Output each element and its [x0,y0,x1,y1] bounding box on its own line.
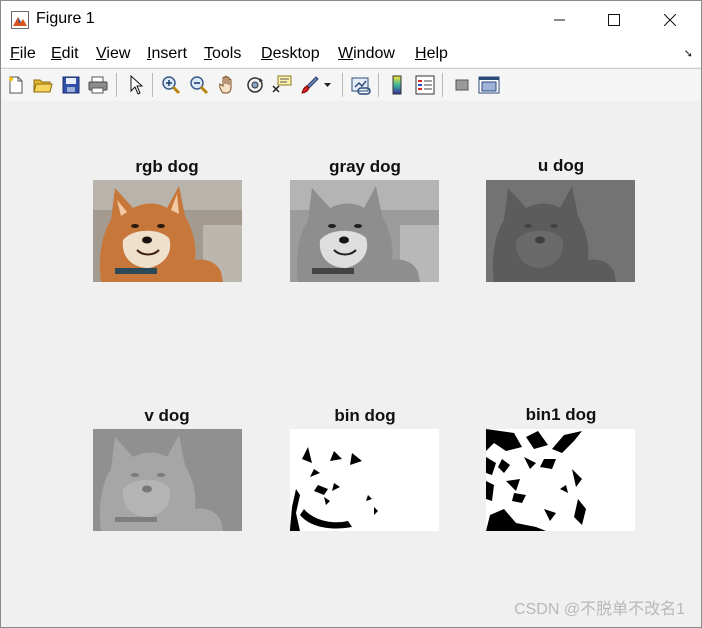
menu-bar: File Edit View Insert Tools Desktop Wind… [1,39,701,67]
bin1-dog-image [486,429,635,531]
bin-dog-image [290,429,439,531]
insert-legend-icon[interactable] [414,74,436,96]
print-icon[interactable] [87,74,109,96]
hide-plot-tools-icon[interactable] [451,74,473,96]
show-plot-tools-icon[interactable] [478,74,500,96]
open-file-icon[interactable] [32,74,54,96]
maximize-button[interactable] [591,1,637,39]
minimize-button[interactable] [537,1,583,39]
toolbar-separator [152,73,153,97]
subplot-gray-dog[interactable] [290,180,439,282]
subplot-title-bin: bin dog [334,406,396,425]
save-icon[interactable] [60,74,82,96]
menu-view[interactable]: View [96,45,130,63]
data-cursor-icon[interactable] [271,74,293,96]
menu-insert[interactable]: Insert [147,45,187,63]
zoom-out-icon[interactable] [188,74,210,96]
menu-edit[interactable]: Edit [51,45,79,63]
subplot-v-dog[interactable] [93,429,242,531]
dock-arrow-icon[interactable]: ➘ [684,47,693,60]
title-bar[interactable]: Figure 1 [1,1,701,39]
subplot-title-rgb: rgb dog [135,157,199,176]
minimize-icon [554,19,565,21]
close-button[interactable] [647,1,693,39]
maximize-icon [608,14,620,26]
subplot-rgb-dog[interactable] [93,180,242,282]
subplot-title-v: v dog [144,406,190,425]
rotate-3d-icon[interactable] [244,74,266,96]
subplot-u-dog[interactable] [486,180,635,282]
zoom-in-icon[interactable] [160,74,182,96]
toolbar-separator [442,73,443,97]
subplot-title-bin1: bin1 dog [525,405,597,424]
menu-desktop[interactable]: Desktop [261,45,320,63]
subplot-title-gray: gray dog [329,157,401,176]
window-title: Figure 1 [36,10,95,27]
subplot-bin1-dog[interactable] [486,429,635,531]
gray-dog-image [290,180,439,282]
toolbar-separator [378,73,379,97]
insert-colorbar-icon[interactable] [386,74,408,96]
matlab-figure-icon [11,11,29,29]
menu-tools[interactable]: Tools [204,45,241,63]
edit-plot-arrow-icon[interactable] [125,74,147,96]
brush-dropdown-icon[interactable] [322,74,334,96]
rgb-dog-image [93,180,242,282]
close-icon [664,14,676,26]
menu-window[interactable]: Window [338,45,395,63]
link-plot-icon[interactable] [350,74,372,96]
figure-canvas: rgb dog gray dog u dog v dog bin dog bin… [1,101,701,627]
brush-icon[interactable] [299,74,321,96]
figure-window: Figure 1 File Edit View Insert Tools Des… [0,0,702,628]
toolbar-separator [342,73,343,97]
subplot-title-u: u dog [537,156,585,175]
u-dog-image [486,180,635,282]
toolbar-separator [116,73,117,97]
menu-help[interactable]: Help [415,45,448,63]
menu-file[interactable]: File [10,45,36,63]
pan-hand-icon[interactable] [216,74,238,96]
watermark-text: CSDN @不脱单不改名1 [514,601,685,618]
new-figure-icon[interactable] [5,74,27,96]
figure-toolbar [1,68,701,102]
subplot-bin-dog[interactable] [290,429,439,531]
v-dog-image [93,429,242,531]
